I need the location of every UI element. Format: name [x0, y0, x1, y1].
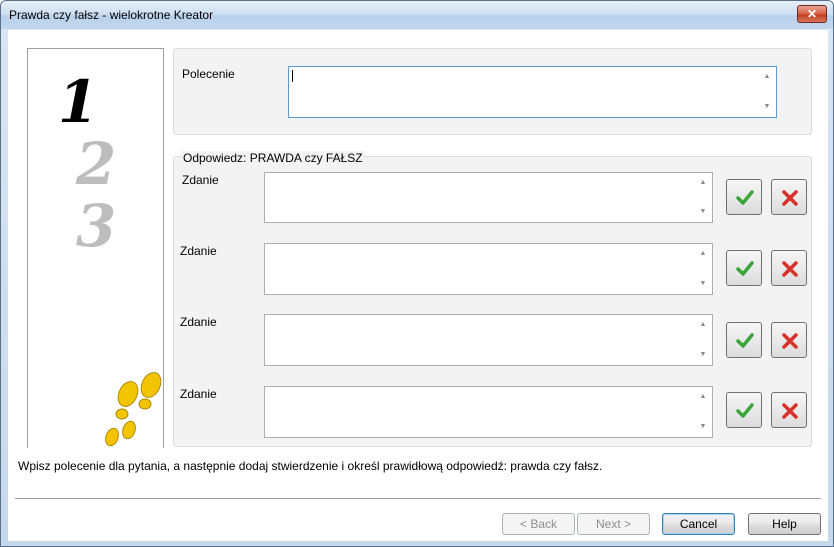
scroll-up-arrow-icon[interactable]: ▲: [759, 70, 775, 84]
true-button[interactable]: [726, 179, 762, 215]
scroll-down-arrow-icon[interactable]: ▼: [695, 420, 711, 434]
statement-label: Zdanie: [182, 173, 219, 187]
scroll-down-arrow-icon[interactable]: ▼: [695, 205, 711, 219]
answer-group: Odpowiedz: PRAWDA czy FAŁSZ Zdanie ▲ ▼ Zd…: [173, 151, 812, 447]
statement-input[interactable]: ▲ ▼: [264, 172, 713, 223]
statement-label: Zdanie: [180, 244, 217, 258]
step-3-number: 3: [76, 192, 116, 260]
footer-separator: [15, 498, 821, 500]
true-button[interactable]: [726, 392, 762, 428]
false-button[interactable]: [771, 392, 807, 428]
true-button[interactable]: [726, 250, 762, 286]
scroll-down-arrow-icon[interactable]: ▼: [759, 100, 775, 114]
instruction-label: Polecenie: [182, 67, 235, 81]
statement-input[interactable]: ▲ ▼: [264, 386, 713, 438]
close-icon: ✕: [806, 7, 818, 21]
footprints-icon: [105, 372, 162, 447]
step-1-number: 1: [58, 68, 98, 136]
steps-illustration: 1 2 3: [58, 68, 162, 447]
scroll-down-arrow-icon[interactable]: ▼: [695, 348, 711, 362]
statement-scrollbar[interactable]: ▲ ▼: [695, 316, 711, 364]
false-button[interactable]: [771, 179, 807, 215]
scroll-up-arrow-icon[interactable]: ▲: [695, 318, 711, 332]
cancel-button[interactable]: Cancel: [662, 513, 735, 535]
text-caret: [292, 70, 293, 82]
close-button[interactable]: ✕: [797, 5, 827, 23]
statement-scrollbar[interactable]: ▲ ▼: [695, 388, 711, 436]
cross-icon: [782, 261, 798, 277]
hint-text: Wpisz polecenie dla pytania, a następnie…: [18, 459, 603, 473]
answer-group-title: Odpowiedz: PRAWDA czy FAŁSZ: [181, 151, 365, 165]
next-button[interactable]: Next >: [577, 513, 650, 535]
instruction-scrollbar[interactable]: ▲ ▼: [759, 68, 775, 116]
scroll-up-arrow-icon[interactable]: ▲: [695, 176, 711, 190]
checkmark-icon: [736, 190, 754, 205]
scroll-up-arrow-icon[interactable]: ▲: [695, 390, 711, 404]
statement-input[interactable]: ▲ ▼: [264, 243, 713, 295]
back-button[interactable]: < Back: [502, 513, 575, 535]
step-2-number: 2: [75, 130, 116, 198]
cross-icon: [782, 190, 798, 206]
instruction-group: Polecenie ▲ ▼: [173, 48, 812, 135]
checkmark-icon: [736, 261, 754, 276]
wizard-steps-panel: 1 2 3: [27, 48, 164, 448]
window-title: Prawda czy fałsz - wielokrotne Kreator: [9, 8, 214, 22]
statement-scrollbar[interactable]: ▲ ▼: [695, 174, 711, 221]
true-button[interactable]: [726, 322, 762, 358]
instruction-input[interactable]: ▲ ▼: [288, 66, 777, 118]
statement-scrollbar[interactable]: ▲ ▼: [695, 245, 711, 293]
statement-input[interactable]: ▲ ▼: [264, 314, 713, 366]
cross-icon: [782, 403, 798, 419]
title-bar[interactable]: Prawda czy fałsz - wielokrotne Kreator ✕: [1, 1, 833, 29]
scroll-up-arrow-icon[interactable]: ▲: [695, 247, 711, 261]
wizard-window: Prawda czy fałsz - wielokrotne Kreator ✕…: [0, 0, 834, 547]
statement-label: Zdanie: [180, 387, 217, 401]
scroll-down-arrow-icon[interactable]: ▼: [695, 277, 711, 291]
checkmark-icon: [736, 403, 754, 418]
help-button[interactable]: Help: [748, 513, 821, 535]
false-button[interactable]: [771, 250, 807, 286]
statement-label: Zdanie: [180, 315, 217, 329]
dialog-client-area: 1 2 3 Polecenie ▲ ▼ Odpowiedz: PRAWDA cz…: [8, 30, 828, 541]
false-button[interactable]: [771, 322, 807, 358]
checkmark-icon: [736, 333, 754, 348]
cross-icon: [782, 333, 798, 349]
